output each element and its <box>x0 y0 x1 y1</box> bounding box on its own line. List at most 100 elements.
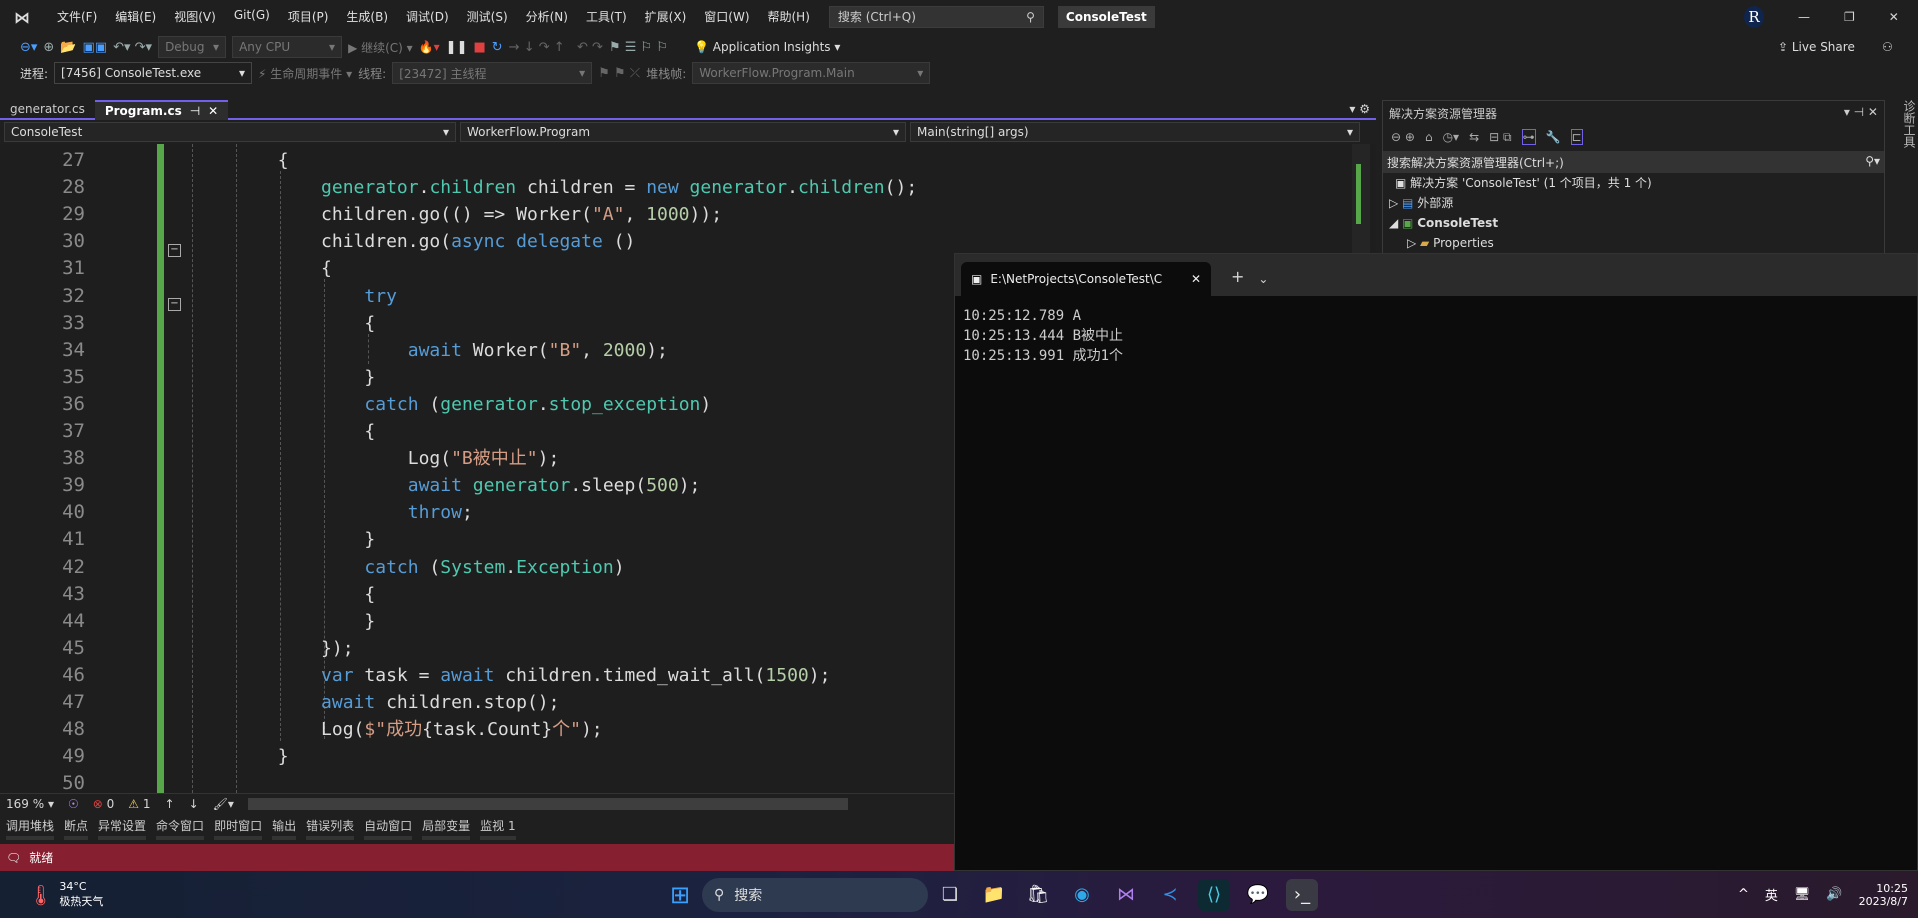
collapse-all-icon[interactable]: ⊟ ⧉ <box>1489 130 1511 145</box>
stack-frame-select[interactable]: WorkerFlow.Program.Main ▾ <box>692 62 931 84</box>
live-share-button[interactable]: ⇪ Live Share <box>1778 40 1855 54</box>
history-icon[interactable]: ◷▾ <box>1443 130 1460 144</box>
menu-item[interactable]: 测试(S) <box>458 8 517 25</box>
tree-item-solution[interactable]: ▣ 解决方案 'ConsoleTest' (1 个项目，共 1 个) <box>1389 173 1884 193</box>
class-select[interactable]: WorkerFlow.Program ▾ <box>460 122 906 142</box>
notification-icon[interactable]: 🗨 <box>6 851 21 865</box>
menu-item[interactable]: Git(G) <box>225 8 279 25</box>
pin-icon[interactable]: ⊣ <box>190 104 200 118</box>
step-icons[interactable]: → ↓ ↷ ↑ ↶ ↷ <box>509 40 603 55</box>
visual-studio-icon[interactable]: ⋈ <box>1110 879 1142 911</box>
tool-window-tab[interactable]: 断点 <box>64 817 89 840</box>
tool-window-tab[interactable]: 命令窗口 <box>156 817 205 840</box>
avatar[interactable]: R <box>1744 5 1764 28</box>
tool-window-tab[interactable]: 错误列表 <box>306 817 355 840</box>
properties-icon[interactable]: 🔧 <box>1546 130 1561 144</box>
tool-window-tab[interactable]: 局部变量 <box>422 817 471 840</box>
task-view-icon[interactable]: ❏ <box>934 879 966 911</box>
down-arrow-icon[interactable]: ↓ <box>189 797 199 811</box>
undo-icon[interactable]: ↶▾ ↷▾ <box>113 40 152 55</box>
lifecycle-events-button[interactable]: ⚡ 生命周期事件 ▾ <box>258 65 352 82</box>
tool-window-tab[interactable]: 自动窗口 <box>364 817 413 840</box>
hot-reload-icon[interactable]: 🔥▾ <box>419 40 440 54</box>
new-tab-icon[interactable]: + <box>1231 267 1244 286</box>
zoom-select[interactable]: 169 % ▾ <box>6 797 54 811</box>
menu-item[interactable]: 编辑(E) <box>106 8 165 25</box>
feedback-icon[interactable]: ⚇ <box>1882 40 1893 54</box>
edge-icon[interactable]: ◉ <box>1066 879 1098 911</box>
pause-icon[interactable]: ❚❚ <box>446 40 468 55</box>
back-icon[interactable]: ⊖ ⊕ <box>1391 130 1415 144</box>
menu-item[interactable]: 生成(B) <box>337 8 397 25</box>
diagnostic-tools-tab[interactable]: 诊断工具 <box>1890 96 1918 256</box>
menu-item[interactable]: 帮助(H) <box>759 8 819 25</box>
platform-select[interactable]: Any CPU ▾ <box>232 36 343 58</box>
network-icon[interactable]: 🖥 <box>1794 887 1811 902</box>
vscode-icon[interactable]: ≺ <box>1154 879 1186 911</box>
bookmark-icons[interactable]: ⚑ ☰ ⚐ ⚐ <box>609 40 668 55</box>
home-icon[interactable]: ⌂ <box>1425 130 1433 144</box>
save-icon[interactable]: ▣▣ <box>83 40 108 55</box>
tool-window-tab[interactable]: 监视 1 <box>480 817 516 840</box>
store-icon[interactable]: 🛍 <box>1022 879 1054 911</box>
tab-generator-cs[interactable]: generator.cs <box>0 100 95 120</box>
dropdown-icon[interactable]: ⌄ <box>1258 272 1268 286</box>
tool-window-tab[interactable]: 调用堆栈 <box>6 817 55 840</box>
horizontal-scrollbar[interactable] <box>247 797 848 810</box>
tab-program-cs[interactable]: Program.cs ⊣ ✕ <box>94 100 229 120</box>
solution-search-input[interactable]: 搜索解决方案资源管理器(Ctrl+;) ⚲▾ <box>1383 151 1884 173</box>
start-icon[interactable]: ⊞ <box>664 879 696 911</box>
application-insights-button[interactable]: 💡 Application Insights ▾ <box>694 40 840 54</box>
menu-item[interactable]: 视图(V) <box>165 8 225 25</box>
menu-item[interactable]: 工具(T) <box>577 8 636 25</box>
devtool-icon[interactable]: ⟨⟩ <box>1198 878 1230 911</box>
preview-icon[interactable]: ⊏ <box>1570 129 1583 145</box>
configuration-select[interactable]: Debug ▾ <box>158 36 227 58</box>
view-toggle-icon[interactable]: ⊶ <box>1521 129 1536 145</box>
up-arrow-icon[interactable]: ↑ <box>165 797 175 811</box>
flag-icons[interactable]: ⚑ ⚑ ⤫ <box>598 66 640 81</box>
clock[interactable]: 10:25 2023/8/7 <box>1859 882 1908 908</box>
terminal-icon[interactable]: ›_ <box>1286 878 1318 911</box>
ime-indicator[interactable]: 英 <box>1765 885 1778 904</box>
tree-item-properties[interactable]: ▷ ▰ Properties <box>1389 233 1884 253</box>
restart-icon[interactable]: ↻ <box>492 40 503 55</box>
tree-item-external-sources[interactable]: ▷ ▤ 外部源 <box>1389 193 1884 213</box>
back-icon[interactable]: ⊖▾ <box>20 40 37 55</box>
tab-settings-icon[interactable]: ▾ ⚙ <box>1349 102 1370 116</box>
terminal-output[interactable]: 10:25:12.789 A 10:25:13.444 B被中止 10:25:13.… <box>955 296 1917 376</box>
project-select[interactable]: ConsoleTest ▾ <box>4 122 456 142</box>
menu-item[interactable]: 分析(N) <box>517 8 577 25</box>
thread-select[interactable]: [23472] 主线程 ▾ <box>392 62 593 84</box>
menu-item[interactable]: 调试(D) <box>397 8 458 25</box>
close-tab-icon[interactable]: ✕ <box>1191 272 1201 286</box>
panel-controls[interactable]: ▾ ⊣ ✕ <box>1844 105 1878 119</box>
minimize-icon[interactable]: — <box>1798 10 1810 24</box>
tree-item-project[interactable]: ◢ ▣ ConsoleTest <box>1389 213 1884 233</box>
tool-window-tab[interactable]: 即时窗口 <box>214 817 263 840</box>
continue-button[interactable]: ▶ 继续(C) ▾ <box>348 39 413 56</box>
cleanup-icon[interactable]: 🖌▾ <box>213 797 234 811</box>
file-explorer-icon[interactable]: 📁 <box>978 879 1010 911</box>
restore-icon[interactable]: ❐ <box>1844 10 1855 24</box>
weather-widget[interactable]: 🌡 34°C 极热天气 <box>28 880 628 909</box>
stop-icon[interactable]: ■ <box>473 40 485 55</box>
forward-icon[interactable]: ⊕ <box>43 40 54 55</box>
open-icon[interactable]: 📂 <box>60 40 76 55</box>
errors-indicator[interactable]: ⊗ 0 <box>93 797 115 811</box>
chevron-up-icon[interactable]: ^ <box>1738 887 1749 902</box>
menu-item[interactable]: 文件(F) <box>48 8 106 25</box>
sync-icon[interactable]: ⇆ <box>1469 130 1479 144</box>
close-tab-icon[interactable]: ✕ <box>208 104 218 118</box>
search-box[interactable]: 搜索 (Ctrl+Q) ⚲ <box>828 5 1044 28</box>
volume-icon[interactable]: 🔊 <box>1826 887 1842 902</box>
member-select[interactable]: Main(string[] args) ▾ <box>910 122 1360 142</box>
menu-item[interactable]: 窗口(W) <box>695 8 758 25</box>
taskbar-search[interactable]: ⚲ 搜索 <box>702 877 928 912</box>
tool-window-tab[interactable]: 异常设置 <box>98 817 147 840</box>
warnings-indicator[interactable]: ⚠ 1 <box>128 797 150 811</box>
close-icon[interactable]: ✕ <box>1889 10 1899 24</box>
tool-window-tab[interactable]: 输出 <box>272 817 297 840</box>
menu-item[interactable]: 扩展(X) <box>636 8 696 25</box>
process-select[interactable]: [7456] ConsoleTest.exe ▾ <box>54 62 253 84</box>
